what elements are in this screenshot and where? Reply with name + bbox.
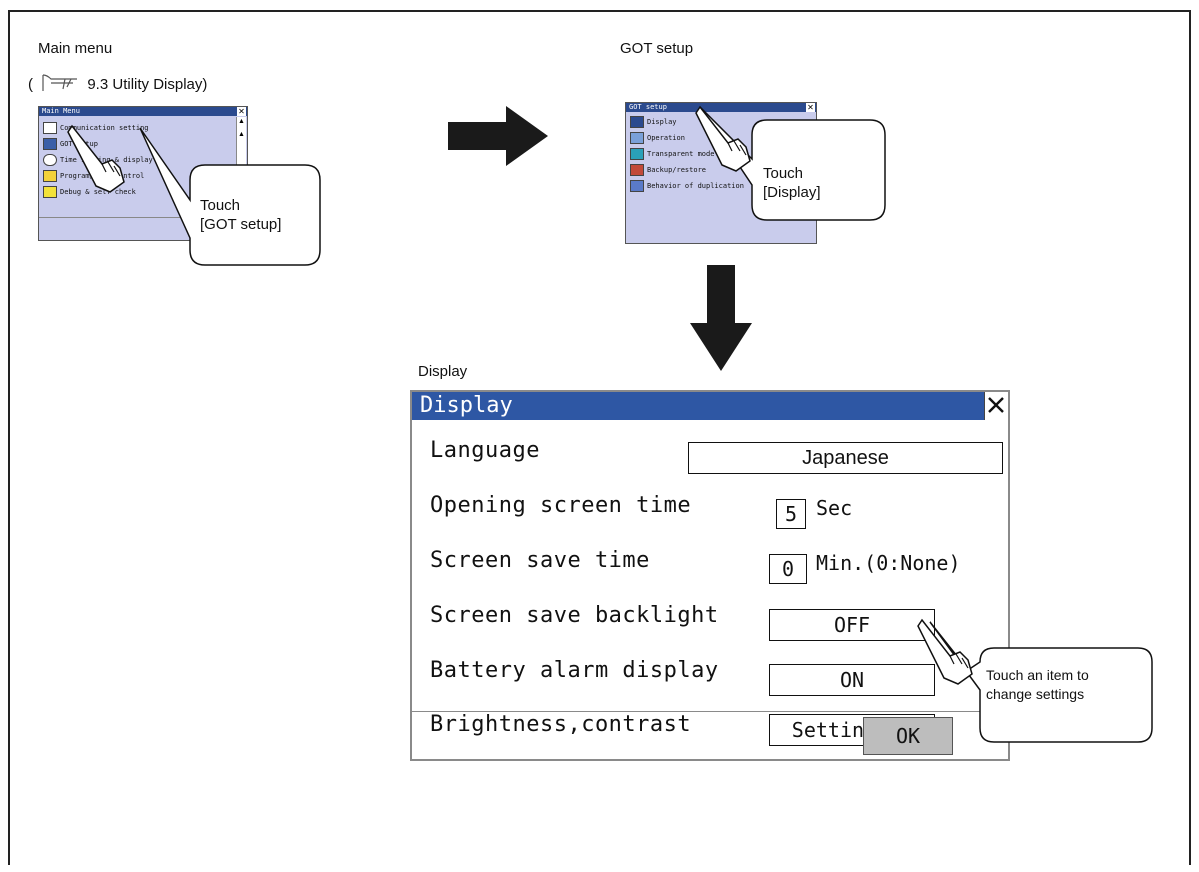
language-field[interactable]: Japanese xyxy=(688,442,1003,474)
main-menu-title-bar: Main Menu xyxy=(39,107,247,116)
hand-pointer-icon xyxy=(917,618,973,685)
opening-screen-time-unit: Sec xyxy=(816,496,853,520)
reference-prefix: ( xyxy=(28,76,33,93)
callout-line: Touch xyxy=(763,165,804,182)
setup-item-display[interactable]: Display xyxy=(630,115,677,129)
duplication-icon xyxy=(630,180,644,192)
reference-text: 9.3 Utility Display) xyxy=(87,76,208,93)
callout-line: [Display] xyxy=(763,184,821,201)
screen-save-backlight-label: Screen save backlight xyxy=(430,603,719,628)
close-icon xyxy=(988,397,1004,413)
callout-line: Touch xyxy=(200,197,241,214)
opening-screen-time-field[interactable]: 5 xyxy=(776,499,806,529)
got-setup-caption: GOT setup xyxy=(620,40,694,57)
callout-line: [GOT setup] xyxy=(200,216,282,233)
screen-save-time-unit: Min.(0:None) xyxy=(816,551,961,575)
reference-pointer-icon xyxy=(42,74,78,91)
backup-icon xyxy=(630,164,644,176)
display-caption: Display xyxy=(418,363,468,380)
close-icon[interactable]: ✕ xyxy=(237,107,246,116)
right-arrow-icon xyxy=(448,106,548,166)
close-button[interactable] xyxy=(984,392,1008,420)
setup-item-operation[interactable]: Operation xyxy=(630,131,685,145)
callout-line: change settings xyxy=(986,686,1085,702)
got-setup-callout-text: Touch [GOT setup] xyxy=(200,196,281,234)
display-callout-text: Touch [Display] xyxy=(763,164,821,202)
battery-alarm-display-label: Battery alarm display xyxy=(430,658,719,683)
down-arrow-icon xyxy=(690,265,752,371)
screen-save-time-field[interactable]: 0 xyxy=(769,554,807,584)
hand-pointer-icon xyxy=(695,105,751,172)
change-settings-callout-text: Touch an item to change settings xyxy=(986,666,1089,704)
screen-save-time-label: Screen save time xyxy=(430,548,650,573)
callout-line: Touch an item to xyxy=(986,667,1089,683)
operation-icon xyxy=(630,132,644,144)
display-icon xyxy=(630,116,644,128)
transparent-mode-icon xyxy=(630,148,644,160)
reference-note: ( 9.3 Utility Display) xyxy=(28,73,207,93)
hand-pointer-icon xyxy=(67,124,125,193)
setup-item-label: Display xyxy=(647,118,677,126)
opening-screen-time-label: Opening screen time xyxy=(430,493,692,518)
language-label: Language xyxy=(430,438,540,463)
main-menu-caption: Main menu xyxy=(38,40,113,57)
display-dialog-title: Display xyxy=(412,392,984,420)
